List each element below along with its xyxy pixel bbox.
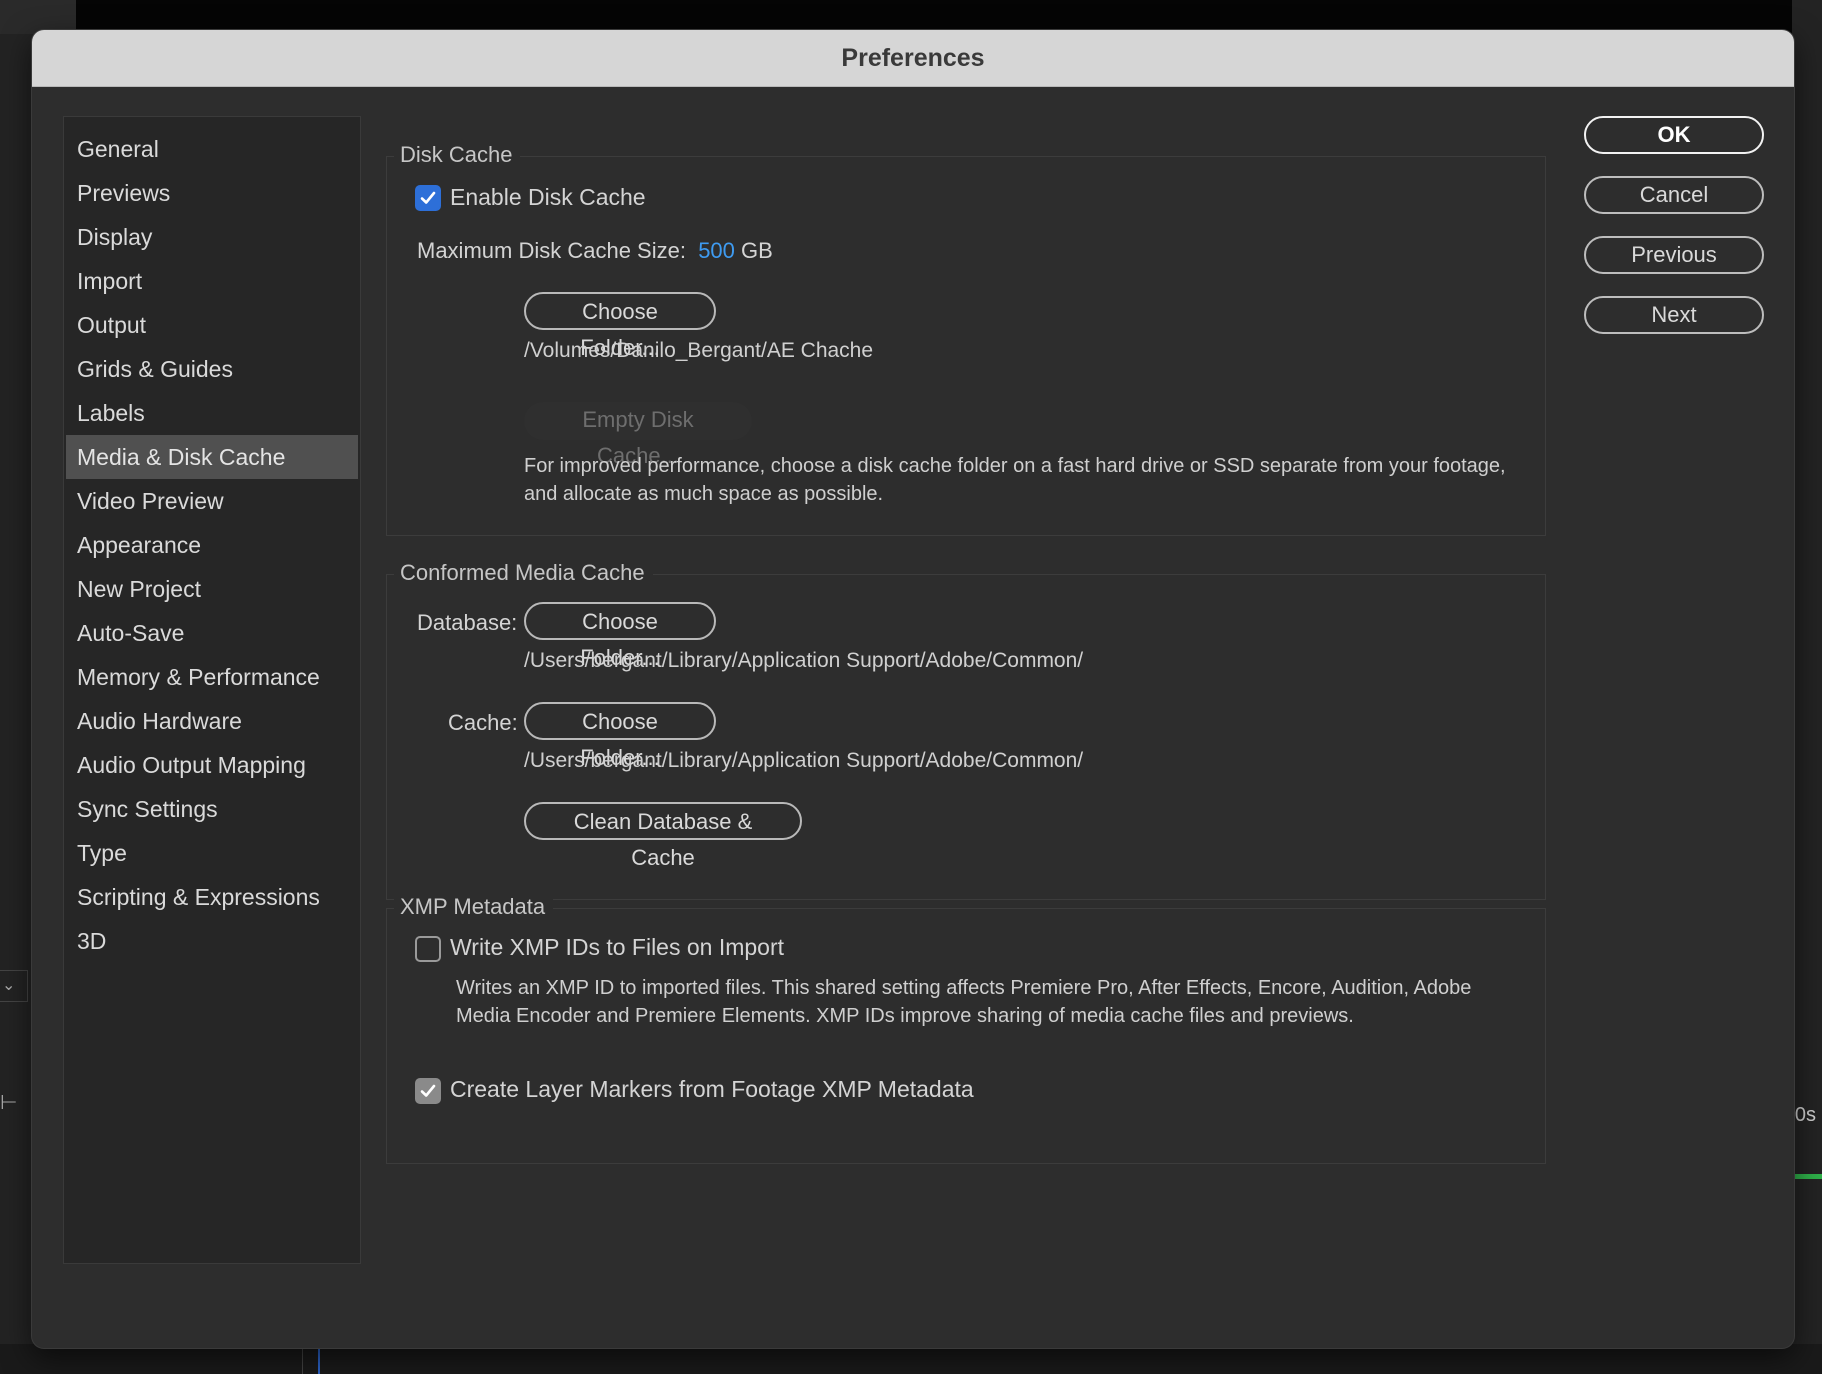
checkmark-icon	[420, 191, 436, 204]
write-xmp-ids-hint: Writes an XMP ID to imported files. This…	[456, 977, 1472, 1027]
sidebar-item-display[interactable]: Display	[66, 215, 358, 259]
preferences-dialog: Preferences General Previews Display Imp…	[32, 30, 1794, 1348]
previous-button[interactable]: Previous	[1584, 236, 1764, 274]
timeline-divider	[302, 1348, 303, 1374]
clean-database-cache-button[interactable]: Clean Database & Cache	[524, 802, 802, 870]
sidebar-item-output[interactable]: Output	[66, 303, 358, 347]
cache-path: /Users/bergant/Library/Application Suppo…	[524, 749, 1084, 772]
next-button[interactable]: Next	[1584, 296, 1764, 334]
sidebar-item-general[interactable]: General	[66, 127, 358, 171]
database-label: Database:	[417, 610, 518, 635]
sidebar-item-type[interactable]: Type	[66, 831, 358, 875]
disk-cache-legend: Disk Cache	[394, 142, 521, 168]
create-layer-markers-checkbox[interactable]	[415, 1078, 441, 1104]
sidebar-item-sync-settings[interactable]: Sync Settings	[66, 787, 358, 831]
sidebar-item-previews[interactable]: Previews	[66, 171, 358, 215]
sidebar-item-appearance[interactable]: Appearance	[66, 523, 358, 567]
flowchart-icon[interactable]: ⊢	[0, 1090, 17, 1115]
write-xmp-ids-label[interactable]: Write XMP IDs to Files on Import	[450, 934, 784, 961]
cancel-button[interactable]: Cancel	[1584, 176, 1764, 214]
app-top-bar	[0, 0, 1822, 34]
max-cache-size-label: Maximum Disk Cache Size:	[417, 238, 686, 263]
dialog-title: Preferences	[32, 30, 1794, 87]
sidebar-item-audio-hardware[interactable]: Audio Hardware	[66, 699, 358, 743]
empty-disk-cache-button[interactable]: Empty Disk Cache...	[524, 402, 752, 468]
conformed-media-cache-legend: Conformed Media Cache	[394, 560, 653, 586]
disk-cache-hint: For improved performance, choose a disk …	[524, 455, 1506, 505]
app-timeline-strip	[0, 1344, 1822, 1374]
max-cache-size-row: Maximum Disk Cache Size: 500 GB	[417, 238, 773, 264]
app-right-panel	[1792, 0, 1822, 1374]
cache-choose-folder-button[interactable]: Choose Folder...	[524, 702, 716, 770]
cache-label: Cache:	[448, 710, 518, 735]
timeline-time-label: 0s	[1794, 1104, 1816, 1126]
xmp-metadata-legend: XMP Metadata	[394, 894, 554, 920]
sidebar-item-memory-performance[interactable]: Memory & Performance	[66, 655, 358, 699]
enable-disk-cache-checkbox[interactable]	[415, 185, 441, 211]
sidebar-item-new-project[interactable]: New Project	[66, 567, 358, 611]
write-xmp-ids-checkbox[interactable]	[415, 936, 441, 962]
sidebar-item-scripting-expressions[interactable]: Scripting & Expressions	[66, 875, 358, 919]
disk-cache-folder-path: /Volumes/Danilo_Bergant/AE Chache	[524, 339, 874, 362]
timeline-playhead	[318, 1348, 320, 1374]
checkmark-icon	[420, 1084, 436, 1097]
preferences-sidebar: General Previews Display Import Output G…	[63, 116, 361, 1264]
max-cache-size-unit: GB	[741, 238, 773, 263]
sidebar-item-media-disk-cache[interactable]: Media & Disk Cache	[66, 435, 358, 479]
app-left-panel-top	[0, 0, 76, 34]
sidebar-item-3d[interactable]: 3D	[66, 919, 358, 963]
create-layer-markers-label[interactable]: Create Layer Markers from Footage XMP Me…	[450, 1076, 974, 1103]
max-cache-size-value[interactable]: 500	[698, 238, 735, 263]
chevron-down-icon[interactable]: ⌄	[0, 970, 28, 1002]
disk-cache-choose-folder-button[interactable]: Choose Folder...	[524, 292, 716, 360]
ok-button[interactable]: OK	[1584, 116, 1764, 154]
sidebar-item-audio-output-mapping[interactable]: Audio Output Mapping	[66, 743, 358, 787]
sidebar-item-video-preview[interactable]: Video Preview	[66, 479, 358, 523]
enable-disk-cache-label[interactable]: Enable Disk Cache	[450, 184, 646, 211]
sidebar-item-labels[interactable]: Labels	[66, 391, 358, 435]
sidebar-item-import[interactable]: Import	[66, 259, 358, 303]
database-choose-folder-button[interactable]: Choose Folder...	[524, 602, 716, 670]
database-path: /Users/bergant/Library/Application Suppo…	[524, 649, 1084, 672]
sidebar-item-grids-guides[interactable]: Grids & Guides	[66, 347, 358, 391]
sidebar-item-auto-save[interactable]: Auto-Save	[66, 611, 358, 655]
timeline-work-area-bar	[1794, 1174, 1822, 1179]
